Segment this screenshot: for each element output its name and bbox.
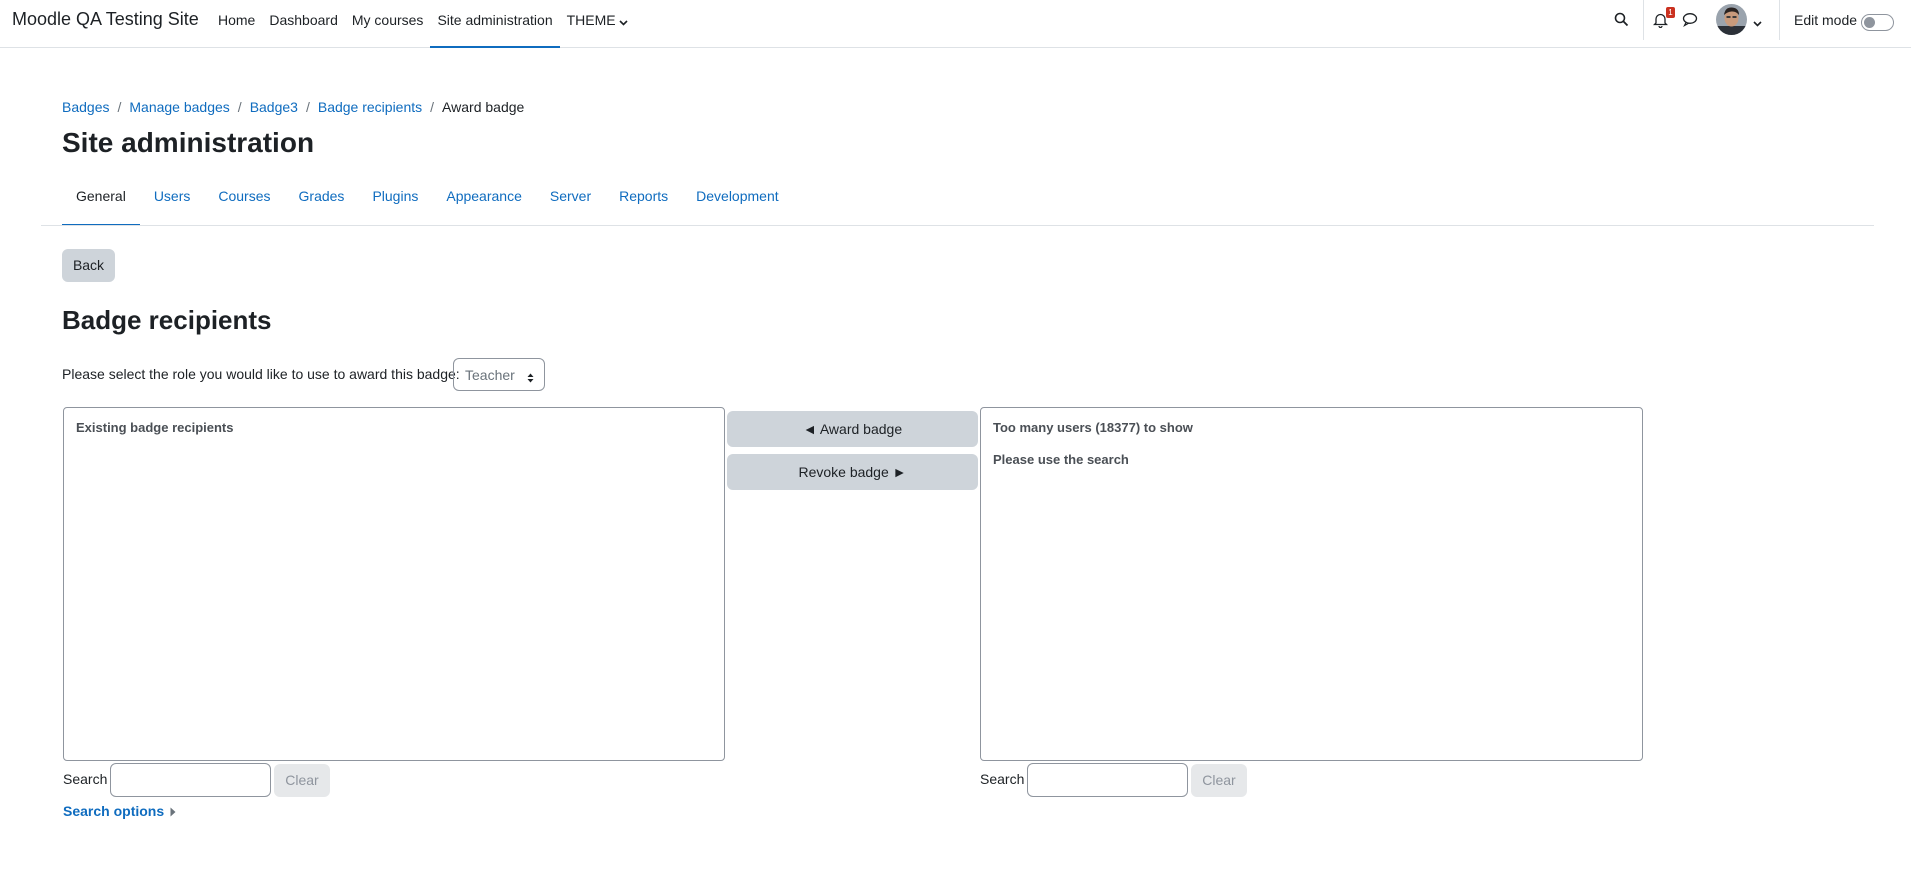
nav-dashboard[interactable]: Dashboard bbox=[262, 0, 345, 48]
secondary-nav-divider bbox=[41, 225, 1874, 226]
role-select-value: Teacher bbox=[465, 367, 515, 383]
select-updown-icon bbox=[527, 370, 534, 386]
edit-mode-label: Edit mode bbox=[1794, 12, 1858, 28]
primary-navigation: Home Dashboard My courses Site administr… bbox=[211, 0, 635, 48]
existing-clear-button[interactable]: Clear bbox=[274, 764, 330, 797]
award-badge-button[interactable]: ◄ Award badge bbox=[727, 411, 978, 447]
chat-bubble-icon[interactable] bbox=[1682, 12, 1698, 31]
tab-grades[interactable]: Grades bbox=[285, 176, 359, 226]
nav-theme-label: THEME bbox=[566, 12, 616, 28]
toggle-knob bbox=[1864, 17, 1875, 28]
user-avatar[interactable] bbox=[1716, 4, 1747, 35]
search-options-label: Search options bbox=[63, 803, 165, 819]
page-title: Site administration bbox=[62, 127, 315, 158]
tab-development[interactable]: Development bbox=[682, 176, 793, 226]
tab-appearance[interactable]: Appearance bbox=[432, 176, 536, 226]
potential-recipients-group-label: Too many users (18377) to show bbox=[993, 420, 1193, 435]
navbar-divider bbox=[1779, 0, 1780, 40]
chevron-down-icon bbox=[619, 13, 628, 29]
secondary-navigation: General Users Courses Grades Plugins App… bbox=[62, 176, 793, 226]
breadcrumb-badge3[interactable]: Badge3 bbox=[250, 99, 298, 115]
potential-clear-button[interactable]: Clear bbox=[1191, 764, 1247, 797]
role-prompt-label: Please select the role you would like to… bbox=[62, 366, 460, 382]
tab-users[interactable]: Users bbox=[140, 176, 205, 226]
existing-search-label: Search bbox=[63, 771, 108, 787]
existing-recipients-group-label: Existing badge recipients bbox=[76, 420, 234, 435]
potential-search-label: Search bbox=[980, 771, 1025, 787]
potential-search-input[interactable] bbox=[1027, 763, 1188, 797]
notification-count-badge: 1 bbox=[1666, 7, 1675, 18]
top-navbar: Moodle QA Testing Site Home Dashboard My… bbox=[0, 0, 1911, 48]
breadcrumb-separator: / bbox=[237, 99, 242, 115]
section-heading: Badge recipients bbox=[62, 305, 272, 335]
site-brand[interactable]: Moodle QA Testing Site bbox=[12, 9, 199, 30]
caret-right-icon bbox=[170, 804, 176, 820]
breadcrumb-badge-recipients[interactable]: Badge recipients bbox=[318, 99, 422, 115]
tab-server[interactable]: Server bbox=[536, 176, 605, 226]
breadcrumb-separator: / bbox=[117, 99, 122, 115]
potential-recipients-hint: Please use the search bbox=[993, 452, 1129, 467]
navbar-divider bbox=[1643, 0, 1644, 40]
search-icon[interactable] bbox=[1614, 12, 1629, 31]
breadcrumb-separator: / bbox=[430, 99, 435, 115]
search-options-toggle[interactable]: Search options bbox=[63, 803, 176, 820]
role-select[interactable]: Teacher bbox=[453, 358, 545, 391]
nav-home[interactable]: Home bbox=[211, 0, 262, 48]
edit-mode-toggle[interactable] bbox=[1861, 14, 1894, 31]
tab-general[interactable]: General bbox=[62, 176, 140, 226]
back-button[interactable]: Back bbox=[62, 249, 115, 282]
breadcrumb-current: Award badge bbox=[442, 99, 525, 115]
tab-courses[interactable]: Courses bbox=[204, 176, 284, 226]
user-menu-chevron-down-icon[interactable] bbox=[1753, 14, 1762, 31]
breadcrumb: Badges / Manage badges / Badge3 / Badge … bbox=[62, 99, 524, 115]
tab-reports[interactable]: Reports bbox=[605, 176, 682, 226]
existing-search-input[interactable] bbox=[110, 763, 271, 797]
revoke-badge-button[interactable]: Revoke badge ► bbox=[727, 454, 978, 490]
breadcrumb-manage-badges[interactable]: Manage badges bbox=[129, 99, 229, 115]
nav-theme-dropdown[interactable]: THEME bbox=[560, 0, 635, 48]
potential-recipients-listbox[interactable]: Too many users (18377) to show Please us… bbox=[980, 407, 1643, 761]
nav-my-courses[interactable]: My courses bbox=[345, 0, 431, 48]
breadcrumb-separator: / bbox=[305, 99, 310, 115]
nav-site-administration[interactable]: Site administration bbox=[430, 0, 560, 48]
tab-plugins[interactable]: Plugins bbox=[358, 176, 432, 226]
breadcrumb-badges[interactable]: Badges bbox=[62, 99, 109, 115]
existing-recipients-listbox[interactable]: Existing badge recipients bbox=[63, 407, 725, 761]
